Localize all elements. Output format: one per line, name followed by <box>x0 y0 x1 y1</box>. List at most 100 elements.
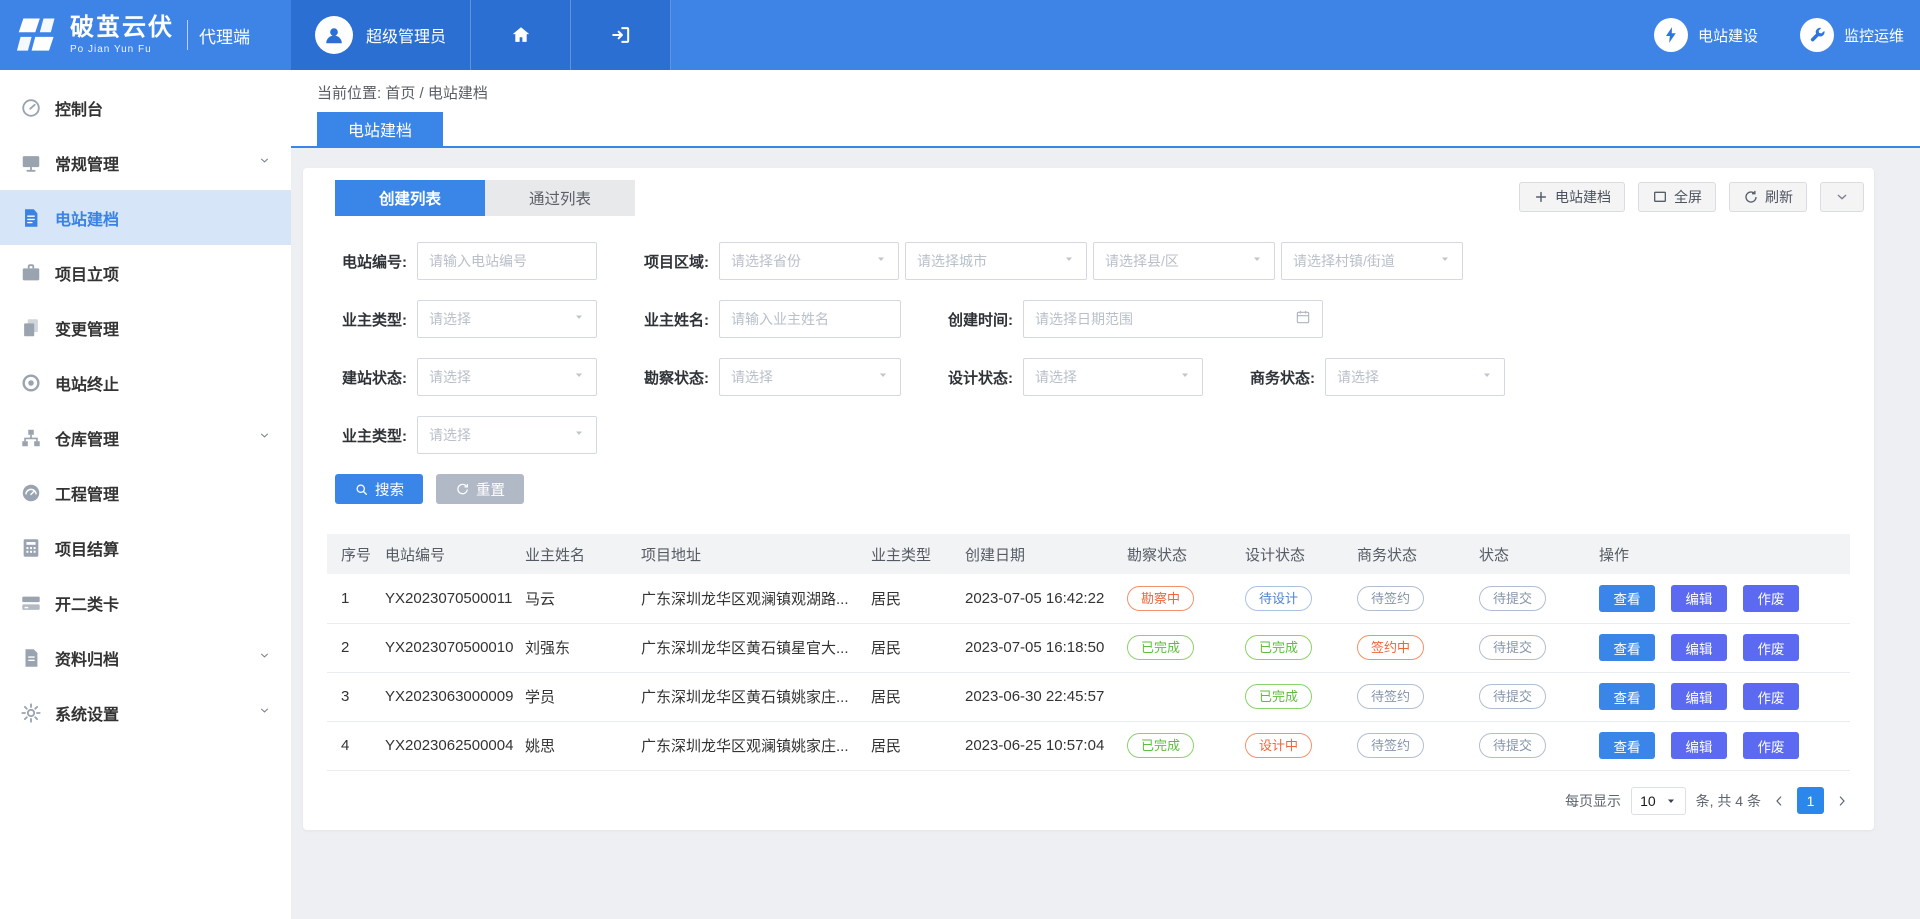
sidebar-item-dashboard[interactable]: 控制台 <box>0 80 291 135</box>
chevron-down-icon <box>258 649 271 667</box>
fullscreen-button[interactable]: 全屏 <box>1638 182 1716 212</box>
wrench-icon <box>1807 25 1827 45</box>
search-button[interactable]: 搜索 <box>335 474 423 504</box>
filter-group-owner-type-2: 业主类型:请选择 <box>327 416 597 454</box>
status-badge: 已完成 <box>1127 635 1194 660</box>
view-button[interactable]: 查看 <box>1599 732 1655 759</box>
cell-station-no: YX2023062500004 <box>375 721 515 770</box>
cell-actions: 查看编辑作废 <box>1589 721 1850 770</box>
next-page-button[interactable] <box>1834 793 1850 809</box>
prev-page-button[interactable] <box>1771 793 1787 809</box>
sidebar-item-document[interactable]: 电站建档 <box>0 190 291 245</box>
portal-label: 代理端 <box>199 23 250 48</box>
sidebar-item-monitor[interactable]: 常规管理 <box>0 135 291 190</box>
sidebar-item-label: 电站建档 <box>55 206 119 230</box>
owner-type-label: 业主类型: <box>327 309 417 330</box>
caret-down-icon <box>573 311 585 323</box>
column-header-2: 业主姓名 <box>515 534 631 574</box>
reset-button[interactable]: 重置 <box>436 474 524 504</box>
sidebar-item-briefcase[interactable]: 项目立项 <box>0 245 291 300</box>
sidebar-item-copy[interactable]: 变更管理 <box>0 300 291 355</box>
village-select[interactable]: 请选择村镇/街道 <box>1281 242 1463 280</box>
chevron-down-icon <box>258 704 271 722</box>
owner-type-select[interactable]: 请选择 <box>417 300 597 338</box>
sidebar-item-archive[interactable]: 资料归档 <box>0 630 291 685</box>
page-number-1[interactable]: 1 <box>1797 787 1824 814</box>
logout-button[interactable] <box>571 0 671 70</box>
province-placeholder: 请选择省份 <box>731 251 801 271</box>
sidebar-item-calculator[interactable]: 项目结算 <box>0 520 291 575</box>
sidebar-item-settings[interactable]: 系统设置 <box>0 685 291 740</box>
sidebar-item-label: 电站终止 <box>55 371 119 395</box>
column-header-10: 操作 <box>1589 534 1850 574</box>
void-button[interactable]: 作废 <box>1743 585 1799 612</box>
sidebar-item-target[interactable]: 电站终止 <box>0 355 291 410</box>
card-icon <box>20 592 42 614</box>
owner-type-2-select[interactable]: 请选择 <box>417 416 597 454</box>
sidebar-item-label: 项目立项 <box>55 261 119 285</box>
edit-button[interactable]: 编辑 <box>1671 634 1727 661</box>
edit-button[interactable]: 编辑 <box>1671 585 1727 612</box>
home-button[interactable] <box>471 0 571 70</box>
filter-group-business-status: 商务状态:请选择 <box>1235 358 1505 396</box>
created-range-placeholder: 请选择日期范围 <box>1035 309 1133 329</box>
sidebar-item-label: 仓库管理 <box>55 426 119 450</box>
city-select[interactable]: 请选择城市 <box>905 242 1087 280</box>
plus-icon <box>1533 189 1549 205</box>
void-button[interactable]: 作废 <box>1743 732 1799 759</box>
view-button[interactable]: 查看 <box>1599 585 1655 612</box>
per-page-label: 每页显示 <box>1565 791 1621 811</box>
view-button[interactable]: 查看 <box>1599 634 1655 661</box>
cell-seq: 3 <box>327 672 375 721</box>
edit-button[interactable]: 编辑 <box>1671 732 1727 759</box>
county-select[interactable]: 请选择县/区 <box>1093 242 1275 280</box>
build-status-select[interactable]: 请选择 <box>417 358 597 396</box>
cell-seq: 1 <box>327 574 375 623</box>
view-button[interactable]: 查看 <box>1599 683 1655 710</box>
station-no-input[interactable]: 请输入电站编号 <box>417 242 597 280</box>
business-status-placeholder: 请选择 <box>1337 367 1379 387</box>
cell-created-date: 2023-07-05 16:18:50 <box>955 623 1117 672</box>
tab-create-list[interactable]: 创建列表 <box>335 180 485 216</box>
user-menu[interactable]: 超级管理员 <box>291 0 471 70</box>
sidebar-item-label: 开二类卡 <box>55 591 119 615</box>
page-size-select[interactable]: 10 <box>1631 787 1686 815</box>
sitemap-icon <box>20 427 42 449</box>
pagination: 每页显示 10 条, 共 4 条 1 <box>327 787 1850 815</box>
header-nav-station-build[interactable]: 电站建设 <box>1654 18 1758 52</box>
create-station-button[interactable]: 电站建档 <box>1519 182 1625 212</box>
void-button[interactable]: 作废 <box>1743 683 1799 710</box>
filter-group-owner-type: 业主类型:请选择 <box>327 300 597 338</box>
edit-button[interactable]: 编辑 <box>1671 683 1727 710</box>
sidebar-item-card[interactable]: 开二类卡 <box>0 575 291 630</box>
sidebar-item-meter[interactable]: 工程管理 <box>0 465 291 520</box>
chevron-down-icon <box>258 649 271 662</box>
survey-status-select[interactable]: 请选择 <box>719 358 901 396</box>
reset-icon <box>455 482 470 497</box>
collapse-button[interactable] <box>1820 182 1864 212</box>
page-tab-station-archive[interactable]: 电站建档 <box>317 112 443 146</box>
table-row: 2YX2023070500010刘强东广东深圳龙华区黄石镇星官大...居民202… <box>327 623 1850 672</box>
header-nav-monitor-ops[interactable]: 监控运维 <box>1800 18 1904 52</box>
header-nav-label: 监控运维 <box>1844 25 1904 46</box>
filter-group-owner-name: 业主姓名:请输入业主姓名 <box>629 300 901 338</box>
calculator-icon <box>20 537 42 559</box>
breadcrumb-path[interactable]: 首页 / 电站建档 <box>385 85 488 102</box>
cell-design-status: 待设计 <box>1235 574 1347 623</box>
void-button[interactable]: 作废 <box>1743 634 1799 661</box>
created-range-input[interactable]: 请选择日期范围 <box>1023 300 1323 338</box>
design-status-select[interactable]: 请选择 <box>1023 358 1203 396</box>
column-header-4: 业主类型 <box>861 534 955 574</box>
cell-survey-status <box>1117 672 1235 721</box>
cell-owner-type: 居民 <box>861 623 955 672</box>
refresh-button[interactable]: 刷新 <box>1729 182 1807 212</box>
cell-status-status: 待提交 <box>1469 672 1589 721</box>
app-window: 破茧云伏 Po Jian Yun Fu 代理端 超级管理员 电站建设监控运维 控… <box>0 0 1920 919</box>
owner-name-input[interactable]: 请输入业主姓名 <box>719 300 901 338</box>
province-select[interactable]: 请选择省份 <box>719 242 899 280</box>
cell-business-status: 待签约 <box>1347 721 1469 770</box>
sidebar-item-sitemap[interactable]: 仓库管理 <box>0 410 291 465</box>
business-status-select[interactable]: 请选择 <box>1325 358 1505 396</box>
top-header: 破茧云伏 Po Jian Yun Fu 代理端 超级管理员 电站建设监控运维 <box>0 0 1920 70</box>
tab-passed-list[interactable]: 通过列表 <box>485 180 635 216</box>
